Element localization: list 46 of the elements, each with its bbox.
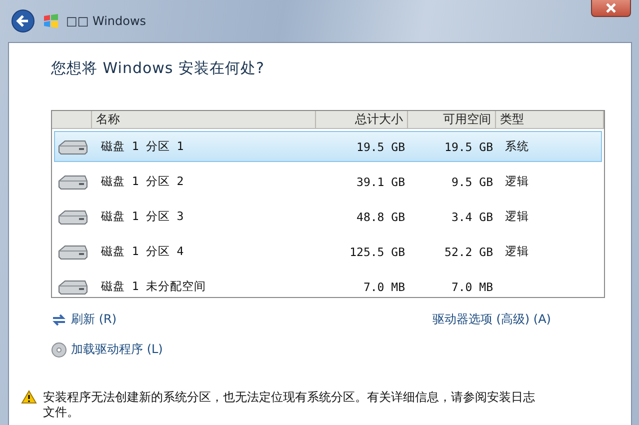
table-cell: 19.5 GB (444, 140, 493, 154)
column-header: 总计大小 (316, 111, 408, 128)
table-cell: 48.8 GB (356, 210, 405, 224)
table-row[interactable]: 磁盘 1 未分配空间 7.0 MB 7.0 MB (54, 271, 602, 302)
table-cell: 9.5 GB (451, 174, 493, 188)
table-cell: 逻辑 (505, 244, 529, 258)
table-cell: 逻辑 (505, 174, 529, 188)
table-cell: 磁盘 1 未分配空间 (101, 279, 206, 293)
close-button[interactable] (591, 0, 631, 17)
table-cell: 磁盘 1 分区 3 (101, 209, 184, 223)
hard-drive-icon (57, 278, 89, 296)
warning-icon (21, 390, 37, 404)
table-row[interactable]: 磁盘 1 分区 4 125.5 GB 52.2 GB 逻辑 (54, 236, 602, 267)
table-cell: 3.4 GB (451, 210, 493, 224)
table-row[interactable]: 磁盘 1 分区 1 19.5 GB 19.5 GB 系统 (54, 131, 602, 162)
back-button[interactable] (10, 8, 36, 34)
column-header: 名称 (92, 111, 316, 128)
table-cell: 磁盘 1 分区 4 (101, 244, 184, 258)
hard-drive-icon (57, 138, 89, 156)
hard-drive-icon (57, 208, 89, 226)
disc-icon (51, 342, 67, 358)
table-row[interactable]: 磁盘 1 分区 2 39.1 GB 9.5 GB 逻辑 (54, 166, 602, 197)
hard-drive-icon (57, 172, 89, 190)
link[interactable]: 加载驱动程序 (L) (51, 341, 163, 358)
table-cell: 7.0 MB (451, 280, 493, 294)
table-cell: 系统 (505, 139, 529, 153)
link[interactable]: 刷新 (R) (51, 311, 117, 328)
table-row[interactable]: 磁盘 1 分区 3 48.8 GB 3.4 GB 逻辑 (54, 201, 602, 232)
table-cell: 19.5 GB (356, 140, 405, 154)
windows-flag-icon (42, 12, 60, 30)
close-icon (604, 3, 618, 13)
window-title: □□ Windows (66, 14, 146, 28)
table-cell: 7.0 MB (363, 280, 405, 294)
heading: 您想将 Windows 安装在何处? (51, 59, 266, 78)
table-cell: 磁盘 1 分区 1 (101, 139, 184, 153)
table-cell: 逻辑 (505, 209, 529, 223)
link[interactable]: 驱动器选项 (高级) (A) (432, 311, 551, 328)
table-cell: 52.2 GB (444, 244, 493, 258)
column-header: 可用空间 (408, 111, 496, 128)
table-cell: 39.1 GB (356, 174, 405, 188)
warning-message: 安装程序无法创建新的系统分区，也无法定位现有系统分区。有关详细信息，请参阅安装日志文件。 (43, 390, 536, 420)
table-cell: 125.5 GB (350, 244, 405, 258)
refresh-icon (51, 312, 67, 328)
column-header: 类型 (496, 111, 604, 128)
hard-drive-icon (57, 242, 89, 260)
table-cell: 磁盘 1 分区 2 (101, 174, 184, 188)
